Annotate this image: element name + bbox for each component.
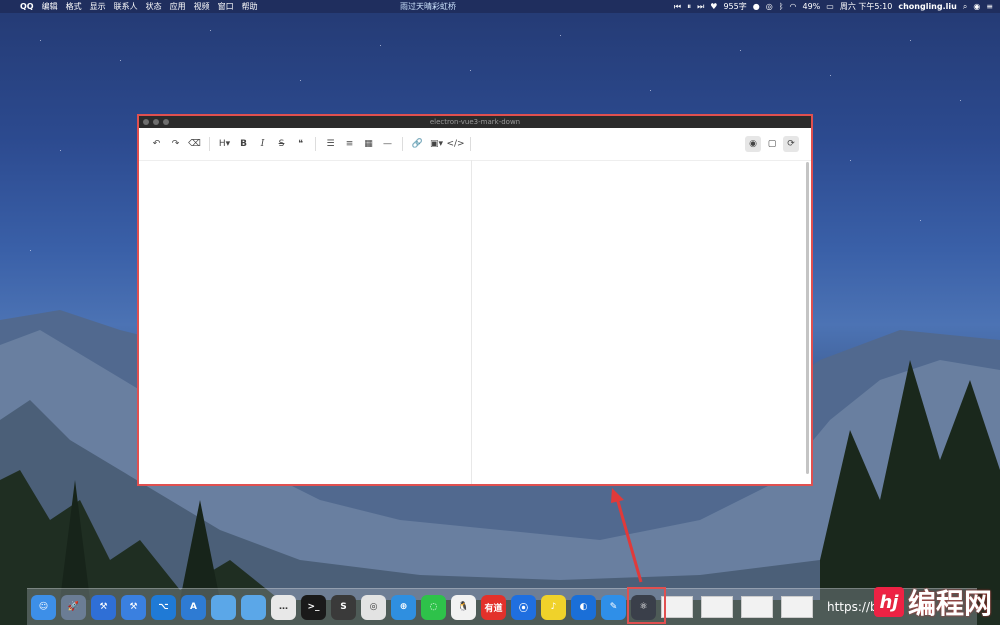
dock-qqmusic-icon[interactable]: ♪: [541, 594, 566, 620]
toolbar-right-group: ◉ ▢ ⟳: [745, 136, 799, 152]
app-window: electron-vue3-mark-down ↶ ↷ ⌫ H▾ B I S ❝…: [137, 114, 813, 486]
username[interactable]: chongling.liu: [895, 0, 959, 13]
battery-percent[interactable]: 49%: [799, 0, 823, 13]
dock-xcode-icon[interactable]: ⚒: [91, 594, 116, 620]
dock-safari-icon[interactable]: ⊕: [391, 594, 416, 620]
link-button[interactable]: 🔗: [408, 136, 427, 152]
markdown-input-pane[interactable]: [139, 160, 472, 484]
clear-button[interactable]: ⌫: [185, 136, 204, 152]
status-items: ⏮ ⏸ ⏭ ♥ 955字 ● ◎ ᛒ ◠ 49% ▭ 周六 下午5:10 cho…: [671, 0, 996, 13]
toolbar-divider: [470, 137, 471, 151]
preview-scrollbar[interactable]: [806, 162, 809, 474]
italic-button[interactable]: I: [253, 136, 272, 152]
menu-status[interactable]: 状态: [142, 0, 166, 13]
window-title: electron-vue3-mark-down: [429, 118, 521, 126]
code-button[interactable]: </>: [446, 136, 465, 152]
menu-window[interactable]: 窗口: [214, 0, 238, 13]
quote-button[interactable]: ❝: [291, 136, 310, 152]
strikethrough-button[interactable]: S: [272, 136, 291, 152]
sync-scroll-button[interactable]: ⟳: [783, 136, 799, 152]
fullscreen-button[interactable]: ▢: [764, 136, 780, 152]
dock-notes-icon[interactable]: ✎: [601, 594, 626, 620]
dock-maps-icon[interactable]: ⦿: [511, 594, 536, 620]
menu-help[interactable]: 帮助: [238, 0, 262, 13]
search-icon[interactable]: ⌕: [960, 0, 970, 13]
menu-edit[interactable]: 编辑: [38, 0, 62, 13]
bluetooth-icon[interactable]: ᛒ: [776, 0, 787, 13]
dock-wechat-icon[interactable]: ◌: [421, 594, 446, 620]
dock-url-text: https://b: [827, 600, 878, 614]
dock-messages-icon[interactable]: …: [271, 594, 296, 620]
toolbar-divider: [402, 137, 403, 151]
dock-qq-icon[interactable]: 🐧: [451, 594, 476, 620]
watermark-text: 编程网: [907, 587, 992, 620]
menu-format[interactable]: 格式: [62, 0, 86, 13]
dock-chrome-icon[interactable]: ◎: [361, 594, 386, 620]
menu-apps[interactable]: 应用: [166, 0, 190, 13]
site-watermark: hj 编程网: [873, 582, 992, 622]
wifi-icon[interactable]: ◠: [787, 0, 800, 13]
table-button[interactable]: ▦: [359, 136, 378, 152]
macos-menu-bar: QQ 编辑 格式 显示 联系人 状态 应用 视频 窗口 帮助 雨过天晴彩虹桥 ⏮…: [0, 0, 1000, 13]
dock-sublime-icon[interactable]: S: [331, 594, 356, 620]
redo-button[interactable]: ↷: [166, 136, 185, 152]
preview-toggle-button[interactable]: ◉: [745, 136, 761, 152]
dock-minimized-window[interactable]: [781, 596, 813, 618]
heading-button[interactable]: H▾: [215, 136, 234, 152]
app-menu[interactable]: QQ: [16, 0, 38, 13]
dock-folder1-icon[interactable]: [211, 594, 236, 620]
pause-icon[interactable]: ⏸: [684, 0, 694, 13]
datetime[interactable]: 周六 下午5:10: [837, 0, 896, 13]
dock-finder-icon[interactable]: ☺: [31, 594, 56, 620]
unordered-list-button[interactable]: ☰: [321, 136, 340, 152]
word-count[interactable]: 955字: [720, 0, 749, 13]
undo-button[interactable]: ↶: [147, 136, 166, 152]
dock-folder2-icon[interactable]: [241, 594, 266, 620]
toolbar-divider: [315, 137, 316, 151]
close-window-button[interactable]: [143, 119, 149, 125]
preview-pane: [472, 160, 811, 484]
dock-minimized-window[interactable]: [741, 596, 773, 618]
traffic-lights: [143, 119, 169, 125]
bold-button[interactable]: B: [234, 136, 253, 152]
dock-launchpad-icon[interactable]: 🚀: [61, 594, 86, 620]
image-button[interactable]: ▣▾: [427, 136, 446, 152]
dock-highlight-box: [627, 587, 666, 624]
wechat-status-icon[interactable]: ●: [750, 0, 763, 13]
prev-track-icon[interactable]: ⏮: [671, 0, 684, 13]
dock-android-studio-icon[interactable]: A: [181, 594, 206, 620]
toolbar-divider: [209, 137, 210, 151]
horizontal-rule-button[interactable]: —: [378, 136, 397, 152]
dock-edge-icon[interactable]: ◐: [571, 594, 596, 620]
dock-vscode-icon[interactable]: ⌥: [151, 594, 176, 620]
window-titlebar[interactable]: electron-vue3-mark-down: [139, 116, 811, 128]
zoom-window-button[interactable]: [163, 119, 169, 125]
now-playing-title[interactable]: 雨过天晴彩虹桥: [400, 0, 456, 13]
editor-area: [139, 160, 811, 484]
watermark-logo: hj: [873, 587, 904, 617]
menu-contacts[interactable]: 联系人: [110, 0, 142, 13]
mic-icon[interactable]: ◎: [763, 0, 776, 13]
heart-icon[interactable]: ♥: [707, 0, 720, 13]
siri-icon[interactable]: ◉: [970, 0, 983, 13]
editor-toolbar: ↶ ↷ ⌫ H▾ B I S ❝ ☰ ≡ ▦ — 🔗 ▣▾ </> ◉ ▢ ⟳: [139, 128, 811, 161]
menu-view[interactable]: 显示: [86, 0, 110, 13]
macos-dock: ☺ 🚀 ⚒ ⚒ ⌥ A… >_ S ◎ ⊕ ◌ 🐧 有道 ⦿ ♪ ◐ ✎ ⚛ https://b: [27, 588, 977, 625]
dock-youdao-icon[interactable]: 有道: [481, 594, 506, 620]
ordered-list-button[interactable]: ≡: [340, 136, 359, 152]
dock-minimized-window[interactable]: [701, 596, 733, 618]
battery-icon[interactable]: ▭: [823, 0, 837, 13]
dock-xcode2-icon[interactable]: ⚒: [121, 594, 146, 620]
control-list-icon[interactable]: ≡: [983, 0, 996, 13]
minimize-window-button[interactable]: [153, 119, 159, 125]
menu-video[interactable]: 视频: [190, 0, 214, 13]
dock-terminal-icon[interactable]: >_: [301, 594, 326, 620]
next-track-icon[interactable]: ⏭: [694, 0, 707, 13]
